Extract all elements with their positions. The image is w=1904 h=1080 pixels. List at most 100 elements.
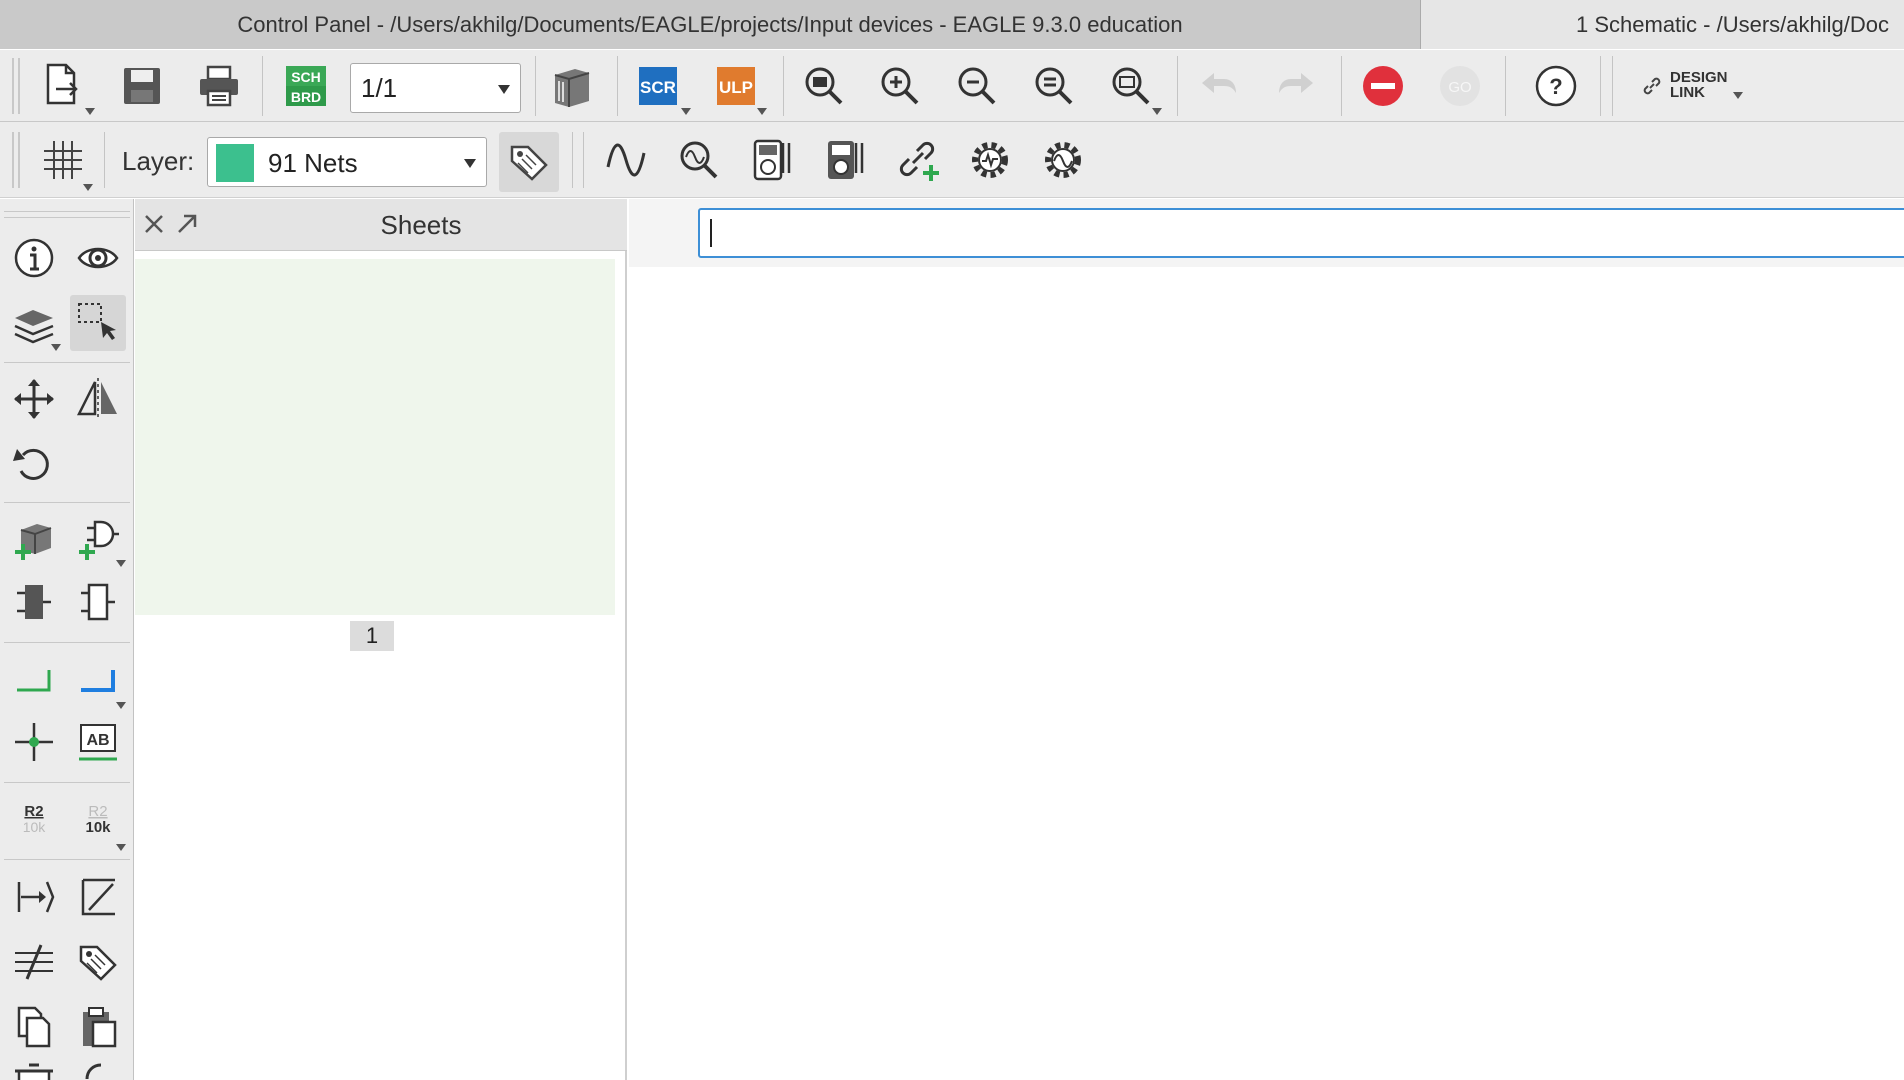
schematic-canvas[interactable]: [629, 199, 1904, 1080]
layers-dropdown-caret[interactable]: [51, 344, 61, 351]
tab-schematic-label: 1 Schematic - /Users/akhilg/Doc: [1576, 11, 1889, 37]
link-icon: [1643, 77, 1661, 95]
zoom-fit-icon[interactable]: [798, 60, 850, 112]
layer-label: Layer:: [122, 146, 195, 176]
value-tool-value: 10k: [85, 819, 111, 836]
help-label: ?: [1549, 74, 1562, 99]
probe-icon[interactable]: [673, 134, 725, 186]
layer-select-value: 91 Nets: [268, 148, 358, 178]
sheet-select-value: 1/1: [361, 72, 398, 103]
simulation-waveform-icon[interactable]: [601, 134, 653, 186]
scr-label: SCR: [640, 78, 676, 97]
ulp-dropdown-caret[interactable]: [757, 108, 767, 115]
rotate-icon[interactable]: [6, 436, 62, 492]
sch-brd-switch-button[interactable]: SCH BRD: [280, 60, 332, 112]
redo-icon[interactable]: [1270, 60, 1322, 112]
toolbar-grip[interactable]: [12, 58, 14, 114]
delete-icon[interactable]: [6, 1061, 62, 1080]
ulp-label: ULP: [719, 78, 753, 97]
pin-swap-icon[interactable]: [6, 869, 62, 925]
go-button[interactable]: GO: [1434, 60, 1486, 112]
tab-control-panel-label: Control Panel - /Users/akhilg/Documents/…: [237, 11, 1183, 37]
stop-icon[interactable]: [1357, 60, 1409, 112]
add-gate-icon[interactable]: [70, 511, 126, 567]
toolbar-grip[interactable]: [4, 211, 130, 212]
phase-probe-icon[interactable]: [819, 134, 871, 186]
layer-settings-tag-icon[interactable]: [499, 132, 559, 192]
info-icon[interactable]: [6, 230, 62, 286]
command-line-input[interactable]: [698, 208, 1904, 258]
paste-icon[interactable]: [70, 999, 126, 1055]
name-tool-button[interactable]: R2 10k: [6, 791, 62, 847]
add-gate-dropdown-caret[interactable]: [116, 560, 126, 567]
layers-icon[interactable]: [6, 295, 62, 351]
split-icon[interactable]: [70, 869, 126, 925]
sch-label: SCH: [291, 69, 321, 85]
toolbar-grip[interactable]: [4, 217, 130, 218]
tab-control-panel[interactable]: Control Panel - /Users/akhilg/Documents/…: [0, 0, 1421, 49]
attribute-tag-icon[interactable]: [70, 934, 126, 990]
zoom-out-icon[interactable]: [951, 60, 1003, 112]
left-command-toolbar: AB R2 10k R2 10k: [0, 199, 134, 1080]
zoom-select-icon[interactable]: [1105, 60, 1157, 112]
ripup-icon[interactable]: [6, 934, 62, 990]
group-select-icon[interactable]: [70, 295, 126, 351]
run-simulation-gear-icon[interactable]: [1037, 134, 1089, 186]
invoke-part-icon[interactable]: [70, 574, 126, 630]
window-tab-bar: Control Panel - /Users/akhilg/Documents/…: [0, 0, 1904, 49]
add-part-icon[interactable]: [6, 511, 62, 567]
move-icon[interactable]: [6, 371, 62, 427]
bus-icon[interactable]: [70, 651, 126, 707]
grid-dropdown-caret[interactable]: [83, 184, 93, 191]
save-icon[interactable]: [116, 60, 168, 112]
chevron-down-icon: [1733, 92, 1743, 99]
open-file-dropdown-caret[interactable]: [85, 108, 95, 115]
sheet-thumbnail[interactable]: [135, 259, 615, 615]
sheets-panel: Sheets 1: [135, 199, 627, 1080]
smash-icon[interactable]: [70, 1061, 126, 1080]
zoom-dropdown-caret[interactable]: [1152, 108, 1162, 115]
tab-schematic[interactable]: 1 Schematic - /Users/akhilg/Doc: [1421, 0, 1904, 49]
main-toolbar: SCH BRD 1/1 SCR ULP GO ? DESIGN LINK: [0, 50, 1904, 122]
value-dropdown-caret[interactable]: [116, 844, 126, 851]
name-tool-label: R2: [24, 803, 43, 820]
help-button[interactable]: ?: [1530, 60, 1582, 112]
script-scr-button[interactable]: SCR: [632, 60, 684, 112]
junction-icon[interactable]: [6, 714, 62, 770]
layer-color-swatch: [216, 144, 254, 182]
layer-select-dropdown[interactable]: 91 Nets: [207, 137, 487, 187]
mirror-icon[interactable]: [70, 371, 126, 427]
text-cursor: [710, 219, 712, 247]
value-tool-button[interactable]: R2 10k: [70, 791, 126, 847]
ulp-button[interactable]: ULP: [710, 60, 762, 112]
copy-icon[interactable]: [6, 999, 62, 1055]
toolbar-grip[interactable]: [18, 132, 20, 188]
undo-icon[interactable]: [1193, 60, 1245, 112]
brd-label: BRD: [291, 89, 321, 105]
scr-dropdown-caret[interactable]: [681, 108, 691, 115]
sheet-number-label[interactable]: 1: [350, 621, 394, 651]
open-file-icon[interactable]: [37, 58, 89, 110]
show-eye-icon[interactable]: [70, 230, 126, 286]
library-icon[interactable]: [546, 60, 598, 112]
sheet-select-dropdown[interactable]: 1/1: [350, 63, 521, 113]
chevron-down-icon: [464, 159, 476, 168]
zoom-redraw-icon[interactable]: [1028, 60, 1080, 112]
wire-icon[interactable]: [6, 651, 62, 707]
voltage-probe-icon[interactable]: [746, 134, 798, 186]
print-icon[interactable]: [193, 60, 245, 112]
design-link-button[interactable]: DESIGN LINK: [1640, 64, 1750, 108]
toolbar-grip[interactable]: [12, 132, 14, 188]
add-link-icon[interactable]: [892, 134, 944, 186]
name-tool-value: 10k: [23, 819, 47, 835]
simulation-settings-gear-icon[interactable]: [964, 134, 1016, 186]
chevron-down-icon: [498, 85, 510, 94]
replace-part-icon[interactable]: [6, 574, 62, 630]
grid-icon[interactable]: [37, 134, 89, 186]
design-link-label: DESIGN LINK: [1670, 69, 1728, 101]
toolbar-grip[interactable]: [18, 58, 20, 114]
label-tool-text: AB: [86, 732, 109, 749]
zoom-in-icon[interactable]: [874, 60, 926, 112]
bus-dropdown-caret[interactable]: [116, 702, 126, 709]
label-tool-button[interactable]: AB: [70, 714, 126, 770]
